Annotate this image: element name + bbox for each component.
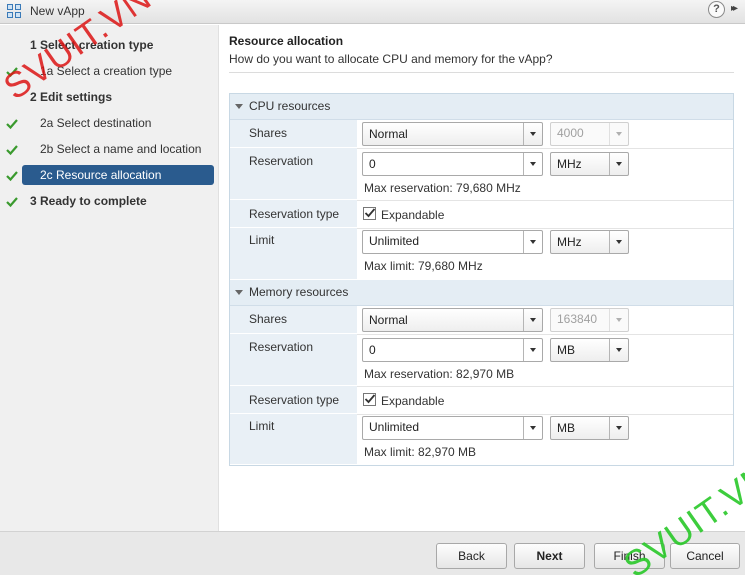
page-title: Resource allocation <box>229 34 344 48</box>
cpu-limit-value: Unlimited <box>369 234 420 248</box>
step-edit-settings[interactable]: 2 Edit settings <box>22 87 214 107</box>
chevron-down-icon[interactable] <box>609 231 628 253</box>
cpu-reservation-label: Reservation <box>230 148 357 200</box>
memory-shares-number: 163840 <box>550 308 629 332</box>
cpu-section-title: CPU resources <box>249 99 331 113</box>
memory-limit-label: Limit <box>230 414 357 465</box>
vapp-icon <box>7 4 23 20</box>
step-resource-allocation[interactable]: 2c Resource allocation <box>22 165 214 185</box>
divider <box>229 72 734 73</box>
cpu-reservation-input[interactable]: 0 <box>362 152 543 176</box>
memory-expandable-label[interactable]: Expandable <box>381 394 444 408</box>
cpu-shares-value: Normal <box>369 127 408 141</box>
memory-reservation-label: Reservation <box>230 334 357 386</box>
check-icon <box>5 140 19 160</box>
cpu-max-reservation: Max reservation: 79,680 MHz <box>364 181 521 195</box>
memory-limit-unit: MB <box>557 421 575 435</box>
memory-reservation-unit-select[interactable]: MB <box>550 338 629 362</box>
row-divider <box>357 414 733 415</box>
memory-reservation-unit: MB <box>557 343 575 357</box>
memory-section-title: Memory resources <box>249 285 349 299</box>
step-select-destination[interactable]: 2a Select destination <box>22 113 214 133</box>
row-divider <box>357 148 733 149</box>
memory-shares-label: Shares <box>230 306 357 334</box>
resource-panel: CPU resources Shares Reservation Reserva… <box>229 93 734 466</box>
collapse-icon[interactable] <box>235 290 243 295</box>
row-divider <box>357 200 733 201</box>
help-icon[interactable]: ? <box>708 1 725 18</box>
cpu-expandable-label[interactable]: Expandable <box>381 208 444 222</box>
chevron-down-icon[interactable] <box>523 123 542 145</box>
chevron-down-icon[interactable] <box>523 417 542 439</box>
cpu-limit-unit: MHz <box>557 235 582 249</box>
memory-limit-input[interactable]: Unlimited <box>362 416 543 440</box>
cpu-max-limit: Max limit: 79,680 MHz <box>364 259 483 273</box>
cpu-shares-number: 4000 <box>550 122 629 146</box>
cpu-reservation-unit-select[interactable]: MHz <box>550 152 629 176</box>
memory-reservation-value: 0 <box>369 343 376 357</box>
cpu-reservation-value: 0 <box>369 157 376 171</box>
row-divider <box>357 386 733 387</box>
memory-limit-unit-select[interactable]: MB <box>550 416 629 440</box>
chevron-down-icon[interactable] <box>523 339 542 361</box>
chevron-down-icon[interactable] <box>609 153 628 175</box>
wizard-steps: 1 Select creation type 1a Select a creat… <box>0 25 219 531</box>
cpu-shares-label: Shares <box>230 120 357 148</box>
memory-expandable-checkbox[interactable] <box>363 393 376 406</box>
memory-shares-select[interactable]: Normal <box>362 308 543 332</box>
step-ready-to-complete[interactable]: 3 Ready to complete <box>22 191 214 211</box>
memory-max-reservation: Max reservation: 82,970 MB <box>364 367 515 381</box>
memory-shares-number-value: 163840 <box>557 312 598 326</box>
cpu-shares-number-value: 4000 <box>557 126 584 140</box>
chevron-down-icon[interactable] <box>523 153 542 175</box>
check-icon <box>5 166 19 186</box>
memory-section-header[interactable]: Memory resources <box>230 280 733 306</box>
cpu-expandable-checkbox[interactable] <box>363 207 376 220</box>
chevron-down-icon <box>609 309 628 331</box>
cpu-reservation-type-label: Reservation type <box>230 200 357 228</box>
next-button[interactable]: Next <box>514 543 585 569</box>
chevron-down-icon[interactable] <box>609 339 628 361</box>
cpu-limit-unit-select[interactable]: MHz <box>550 230 629 254</box>
expand-icon[interactable]: ▸▸ <box>731 3 738 14</box>
memory-shares-value: Normal <box>369 313 408 327</box>
memory-limit-value: Unlimited <box>369 420 420 434</box>
row-divider <box>357 228 733 229</box>
step-select-name-location[interactable]: 2b Select a name and location <box>22 139 214 159</box>
checkmark-icon <box>364 208 376 218</box>
memory-reservation-type-label: Reservation type <box>230 386 357 414</box>
chevron-down-icon[interactable] <box>523 309 542 331</box>
cpu-section-header[interactable]: CPU resources <box>230 94 733 120</box>
check-icon <box>5 192 19 212</box>
cpu-limit-input[interactable]: Unlimited <box>362 230 543 254</box>
checkmark-icon <box>364 394 376 404</box>
back-button[interactable]: Back <box>436 543 507 569</box>
memory-reservation-input[interactable]: 0 <box>362 338 543 362</box>
cpu-shares-select[interactable]: Normal <box>362 122 543 146</box>
chevron-down-icon[interactable] <box>609 417 628 439</box>
check-icon <box>5 114 19 134</box>
cpu-reservation-unit: MHz <box>557 157 582 171</box>
chevron-down-icon[interactable] <box>523 231 542 253</box>
row-divider <box>357 334 733 335</box>
chevron-down-icon <box>609 123 628 145</box>
collapse-icon[interactable] <box>235 104 243 109</box>
memory-max-limit: Max limit: 82,970 MB <box>364 445 477 459</box>
cpu-limit-label: Limit <box>230 228 357 280</box>
page-description: How do you want to allocate CPU and memo… <box>229 52 553 66</box>
